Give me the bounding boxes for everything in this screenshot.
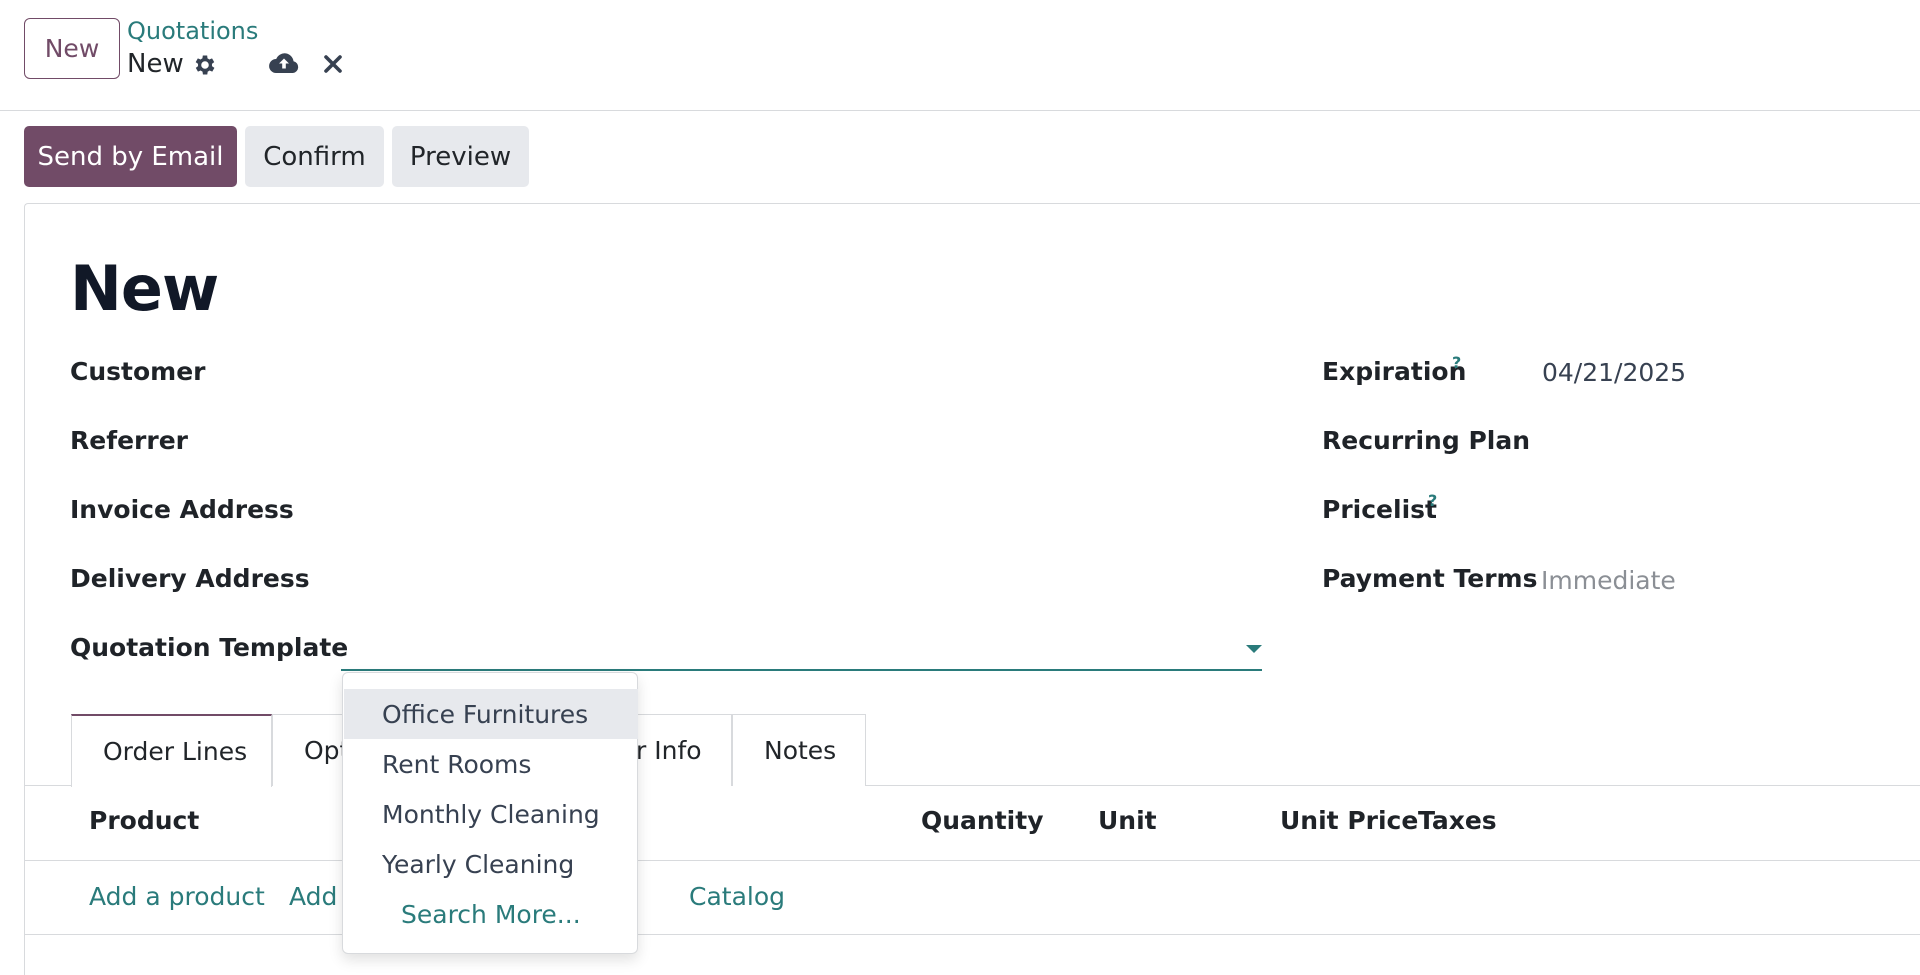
column-header-unit[interactable]: Unit: [1098, 806, 1157, 835]
catalog-link[interactable]: Catalog: [689, 882, 785, 911]
invoice-address-label: Invoice Address: [70, 495, 294, 524]
customer-label: Customer: [70, 357, 206, 386]
pricelist-help-icon[interactable]: ?: [1428, 491, 1437, 510]
pricelist-label: Pricelist: [1322, 495, 1437, 524]
payment-terms-field[interactable]: Immediate: [1541, 566, 1676, 595]
dropdown-option[interactable]: Rent Rooms: [344, 739, 638, 789]
breadcrumb-quotations-link[interactable]: Quotations: [127, 17, 258, 45]
preview-button[interactable]: Preview: [392, 126, 529, 187]
delivery-address-label: Delivery Address: [70, 564, 310, 593]
table-row-divider: [24, 934, 1920, 935]
close-icon[interactable]: [322, 53, 344, 75]
tab-notes[interactable]: Notes: [732, 714, 866, 786]
column-header-unit-price[interactable]: Unit Price: [1280, 806, 1418, 835]
page-title: New: [70, 252, 219, 325]
dropdown-option[interactable]: Monthly Cleaning: [344, 789, 638, 839]
payment-terms-label: Payment Terms: [1322, 564, 1538, 593]
cloud-upload-icon[interactable]: [268, 50, 300, 78]
expiration-label: Expiration: [1322, 357, 1467, 386]
control-panel: New Quotations New: [0, 0, 1920, 111]
quotation-template-label: Quotation Template: [70, 633, 349, 662]
expiration-help-icon[interactable]: ?: [1452, 353, 1461, 372]
quotation-template-input[interactable]: [341, 669, 1262, 671]
search-more-link[interactable]: Search More...: [344, 889, 638, 939]
column-header-taxes[interactable]: Taxes: [1418, 806, 1497, 835]
send-by-email-button[interactable]: Send by Email: [24, 126, 237, 187]
quotation-template-dropdown: Office Furnitures Rent Rooms Monthly Cle…: [342, 672, 638, 954]
expiration-date-field[interactable]: 04/21/2025: [1542, 358, 1686, 387]
confirm-button[interactable]: Confirm: [245, 126, 384, 187]
add-product-link[interactable]: Add a product: [89, 882, 265, 911]
chevron-down-icon[interactable]: [1246, 645, 1262, 653]
column-header-product[interactable]: Product: [89, 806, 199, 835]
dropdown-option[interactable]: Yearly Cleaning: [344, 839, 638, 889]
referrer-label: Referrer: [70, 426, 188, 455]
column-header-quantity[interactable]: Quantity: [921, 806, 1044, 835]
new-record-button[interactable]: New: [24, 18, 120, 79]
breadcrumb-current: New: [127, 49, 184, 79]
table-header-divider: [24, 860, 1920, 861]
add-section-link[interactable]: Add: [289, 882, 337, 911]
tab-order-lines[interactable]: Order Lines: [71, 714, 272, 787]
dropdown-option[interactable]: Office Furnitures: [344, 689, 638, 739]
gear-icon[interactable]: [192, 52, 218, 78]
recurring-plan-label: Recurring Plan: [1322, 426, 1531, 455]
